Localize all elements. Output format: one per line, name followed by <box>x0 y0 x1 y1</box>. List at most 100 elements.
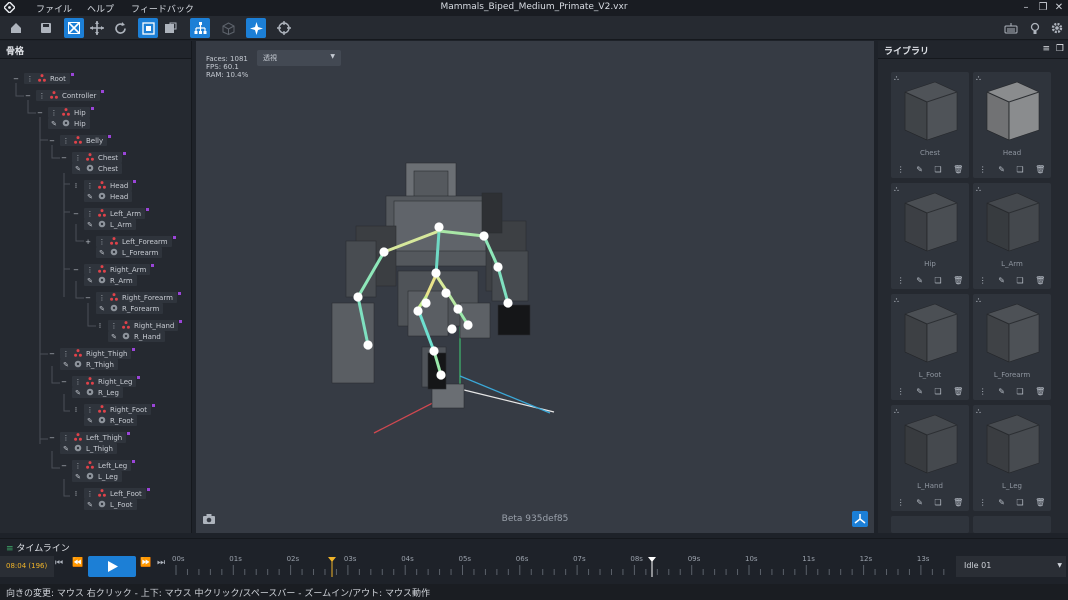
expand-toggle-icon[interactable]: − <box>12 75 20 83</box>
duplicate-icon[interactable]: ❏ <box>1016 387 1023 396</box>
drag-handle-icon[interactable]: ⋮ <box>86 266 94 274</box>
bone-row[interactable]: − ⋮ Controller <box>24 90 105 101</box>
cube-icon[interactable] <box>218 18 238 38</box>
mesh-row[interactable]: ✎ Hip <box>48 118 90 129</box>
expand-toggle-icon[interactable]: − <box>84 294 92 302</box>
expand-toggle-icon[interactable]: ⁞ <box>72 490 80 498</box>
bone-row[interactable]: − ⋮ Root <box>12 73 74 84</box>
pencil-icon[interactable]: ✎ <box>62 361 70 369</box>
mesh-row[interactable]: ✎ R_Forearm <box>96 303 164 314</box>
drag-handle-icon[interactable]: ⋮ <box>62 434 70 442</box>
list-menu-icon[interactable]: ≡ <box>1042 44 1050 54</box>
expand-toggle-icon[interactable]: − <box>60 462 68 470</box>
pencil-icon[interactable]: ✎ <box>86 193 94 201</box>
step-forward-icon[interactable]: ⏩ <box>140 558 151 568</box>
mesh-row[interactable]: ✎ R_Foot <box>84 415 138 426</box>
pencil-icon[interactable]: ✎ <box>50 120 58 128</box>
bone-row[interactable]: − ⋮ Belly <box>48 135 112 146</box>
mesh-row[interactable]: ✎ R_Hand <box>108 331 165 342</box>
timeline-ruler[interactable]: 00s 01s 02s 03s 04s 05s 06s 07s 08s 09s 10s 11s 12s 1… <box>172 553 950 583</box>
bone-row[interactable]: ⁞ ⋮ Head <box>72 180 137 191</box>
mesh-row[interactable]: ✎ L_Foot <box>84 499 137 510</box>
more-icon[interactable]: ⋮ <box>979 387 987 396</box>
delete-icon[interactable]: 🗑 <box>953 387 963 396</box>
restore-icon[interactable]: ❐ <box>1035 1 1051 15</box>
edit-icon[interactable]: ✎ <box>916 165 923 174</box>
drag-handle-icon[interactable]: ⋮ <box>74 378 82 386</box>
target-icon[interactable] <box>274 18 294 38</box>
hierarchy-icon[interactable] <box>190 18 210 38</box>
more-icon[interactable]: ⋮ <box>897 165 905 174</box>
drag-handle-icon[interactable]: ⋮ <box>86 406 94 414</box>
save-icon[interactable] <box>36 18 56 38</box>
bone-row[interactable]: − ⋮ Left_Leg <box>60 460 136 471</box>
bone-row[interactable]: − ⋮ Right_Forearm <box>84 292 181 303</box>
expand-toggle-icon[interactable]: ⁞ <box>96 322 104 330</box>
drag-handle-icon[interactable]: ⋮ <box>26 75 34 83</box>
delete-icon[interactable]: 🗑 <box>953 276 963 285</box>
expand-toggle-icon[interactable]: ⁞ <box>72 182 80 190</box>
pencil-icon[interactable]: ✎ <box>110 333 118 341</box>
pencil-icon[interactable]: ✎ <box>98 249 106 257</box>
library-item[interactable]: ⛬ L_Forearm ⋮ ✎ ❏ 🗑 <box>973 294 1051 400</box>
library-item-partial[interactable] <box>973 516 1051 533</box>
expand-toggle-icon[interactable]: ⁞ <box>72 406 80 414</box>
animation-dropdown[interactable]: Idle 01 ▼ <box>956 556 1066 577</box>
skip-start-icon[interactable]: ⏮ <box>55 558 63 568</box>
play-button[interactable] <box>88 556 136 577</box>
library-item[interactable]: ⛬ L_Arm ⋮ ✎ ❏ 🗑 <box>973 183 1051 289</box>
bone-row[interactable]: − ⋮ Chest <box>60 152 127 163</box>
mesh-row[interactable]: ✎ R_Leg <box>72 387 123 398</box>
drag-handle-icon[interactable]: ⋮ <box>86 210 94 218</box>
edit-icon[interactable]: ✎ <box>916 498 923 507</box>
bone-row[interactable]: − ⋮ Left_Arm <box>72 208 150 219</box>
expand-toggle-icon[interactable]: − <box>48 137 56 145</box>
more-icon[interactable]: ⋮ <box>979 498 987 507</box>
library-item[interactable]: ⛬ Hip ⋮ ✎ ❏ 🗑 <box>891 183 969 289</box>
skip-end-icon[interactable]: ⏭ <box>157 558 165 568</box>
more-icon[interactable]: ⋮ <box>979 276 987 285</box>
drag-handle-icon[interactable]: ⋮ <box>98 238 106 246</box>
duplicate-icon[interactable]: ❏ <box>934 165 941 174</box>
expand-toggle-icon[interactable]: − <box>60 378 68 386</box>
minimize-icon[interactable]: – <box>1018 1 1034 15</box>
sparkle-icon[interactable] <box>246 18 266 38</box>
lightbulb-icon[interactable] <box>1025 18 1045 38</box>
pencil-icon[interactable]: ✎ <box>86 417 94 425</box>
expand-toggle-icon[interactable]: − <box>60 154 68 162</box>
rotate-tool-icon[interactable] <box>110 18 130 38</box>
mesh-row[interactable]: ✎ L_Arm <box>84 219 136 230</box>
more-icon[interactable]: ⋮ <box>897 276 905 285</box>
drag-handle-icon[interactable]: ⋮ <box>74 154 82 162</box>
bone-row[interactable]: − ⋮ Hip <box>36 107 94 118</box>
bone-row[interactable]: − ⋮ Right_Thigh <box>48 348 136 359</box>
pencil-icon[interactable]: ✎ <box>62 445 70 453</box>
delete-icon[interactable]: 🗑 <box>1035 165 1045 174</box>
mesh-mode-icon[interactable] <box>160 18 180 38</box>
edit-icon[interactable]: ✎ <box>998 498 1005 507</box>
duplicate-icon[interactable]: ❏ <box>1016 276 1023 285</box>
home-icon[interactable] <box>6 18 26 38</box>
mesh-row[interactable]: ✎ R_Thigh <box>60 359 118 370</box>
popout-icon[interactable]: ❐ <box>1056 44 1064 54</box>
more-icon[interactable]: ⋮ <box>897 498 905 507</box>
expand-toggle-icon[interactable]: − <box>72 266 80 274</box>
expand-toggle-icon[interactable]: + <box>84 238 92 246</box>
delete-icon[interactable]: 🗑 <box>1035 276 1045 285</box>
pencil-icon[interactable]: ✎ <box>74 389 82 397</box>
library-item-partial[interactable] <box>891 516 969 533</box>
bone-row[interactable]: ⁞ ⋮ Right_Hand <box>96 320 183 331</box>
pencil-icon[interactable]: ✎ <box>98 305 106 313</box>
bone-row[interactable]: − ⋮ Left_Thigh <box>48 432 131 443</box>
loop-start-marker[interactable] <box>328 557 336 577</box>
drag-handle-icon[interactable]: ⋮ <box>50 109 58 117</box>
gear-icon[interactable] <box>1047 18 1067 38</box>
mesh-row[interactable]: ✎ Chest <box>72 163 123 174</box>
expand-toggle-icon[interactable]: − <box>24 92 32 100</box>
edit-icon[interactable]: ✎ <box>916 387 923 396</box>
delete-icon[interactable]: 🗑 <box>953 498 963 507</box>
expand-toggle-icon[interactable]: − <box>72 210 80 218</box>
pencil-icon[interactable]: ✎ <box>86 501 94 509</box>
delete-icon[interactable]: 🗑 <box>1035 498 1045 507</box>
bone-row[interactable]: + ⋮ Left_Forearm <box>84 236 176 247</box>
